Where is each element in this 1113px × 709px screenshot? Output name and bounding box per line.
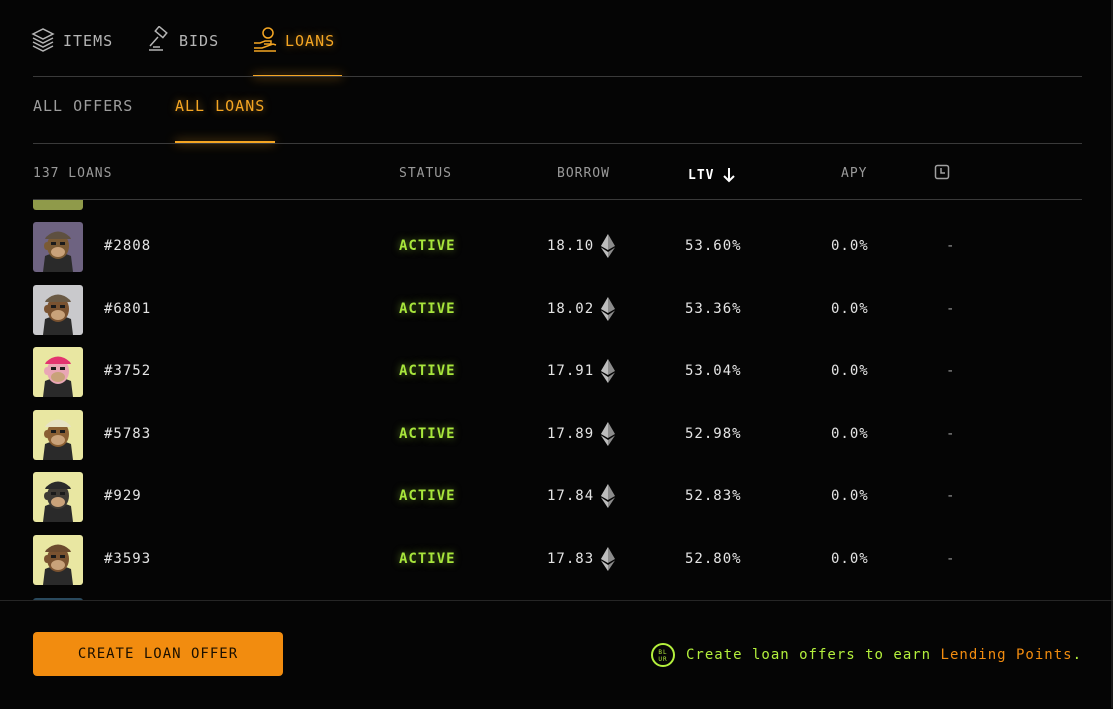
promo-suffix: . <box>1072 647 1082 663</box>
apy-value: 0.0% <box>831 425 869 442</box>
ethereum-icon <box>601 234 615 258</box>
token-id: #929 <box>104 488 142 505</box>
time-remaining: - <box>946 425 956 442</box>
token-id: #3593 <box>104 551 152 567</box>
blur-points-icon: BL UR <box>650 643 675 667</box>
ltv-value: 52.80% <box>685 551 742 567</box>
status-badge: ACTIVE <box>399 551 456 567</box>
borrow-amount: 17.84 <box>547 488 595 505</box>
header-borrow[interactable]: BORROW <box>557 166 610 181</box>
tab-loans-label: LOANS <box>285 32 336 50</box>
top-tab-bar: ITEMS BIDS LOANS <box>0 0 1113 77</box>
svg-text:BL: BL <box>658 649 667 656</box>
ltv-value: 53.36% <box>685 300 742 317</box>
subtab-all-loans-label: ALL LOANS <box>175 97 266 115</box>
tab-items[interactable]: ITEMS <box>31 26 113 76</box>
lending-points-promo: BL UR Create loan offers to earn Lending… <box>650 642 1082 668</box>
loans-count: 137 LOANS <box>33 166 113 181</box>
ethereum-icon <box>601 547 615 571</box>
subtab-divider <box>33 143 1082 144</box>
ethereum-icon <box>601 421 615 446</box>
apy-value: 0.0% <box>831 551 869 567</box>
token-id: #3752 <box>104 363 152 380</box>
avatar <box>33 200 83 210</box>
table-row[interactable]: #2808 ACTIVE 18.10 53.60% 0.0% - <box>0 222 1113 284</box>
status-badge: ACTIVE <box>399 238 456 254</box>
status-badge: ACTIVE <box>399 488 456 505</box>
clock-icon[interactable] <box>934 164 950 180</box>
ltv-value: 52.83% <box>685 488 742 505</box>
time-remaining: - <box>946 363 956 380</box>
avatar <box>33 409 83 460</box>
apy-value: 0.0% <box>831 238 869 254</box>
apy-value: 0.0% <box>831 363 869 380</box>
ltv-value: 53.04% <box>685 363 742 380</box>
status-badge: ACTIVE <box>399 425 456 442</box>
borrow-amount: 17.83 <box>547 551 595 567</box>
avatar <box>33 222 83 272</box>
subtab-all-offers-label: ALL OFFERS <box>33 97 134 115</box>
token-id: #2808 <box>104 238 152 254</box>
loans-table-body: #2808 ACTIVE 18.10 53.60% 0.0% - #6801 ACTIVE 18… <box>0 200 1113 600</box>
create-loan-offer-button[interactable]: CREATE LOAN OFFER <box>33 632 283 676</box>
tab-bids-label: BIDS <box>179 32 220 50</box>
time-remaining: - <box>946 551 956 567</box>
subtab-all-loans[interactable]: ALL LOANS <box>175 97 275 143</box>
apy-value: 0.0% <box>831 300 869 317</box>
time-remaining: - <box>946 238 956 254</box>
ltv-value: 53.60% <box>685 238 742 254</box>
header-ltv-label: LTV <box>688 167 715 183</box>
ethereum-icon <box>601 484 615 509</box>
hand-coin-icon <box>254 27 277 52</box>
time-remaining: - <box>946 300 956 317</box>
tab-loans[interactable]: LOANS <box>253 26 342 77</box>
top-tab-divider <box>33 76 1082 77</box>
gavel-icon <box>149 26 168 51</box>
time-remaining: - <box>946 488 956 505</box>
borrow-amount: 17.91 <box>547 363 595 380</box>
borrow-amount: 18.02 <box>547 300 595 317</box>
borrow-amount: 18.10 <box>547 238 595 254</box>
svg-text:UR: UR <box>658 656 667 663</box>
layers-icon <box>31 28 55 52</box>
status-badge: ACTIVE <box>399 300 456 317</box>
table-row[interactable]: #3752 ACTIVE 17.91 53.04% 0.0% - <box>0 347 1113 409</box>
lending-points-link[interactable]: Lending Points <box>941 647 1073 663</box>
promo-text: Create loan offers to earn <box>685 647 941 663</box>
avatar <box>33 284 83 335</box>
avatar <box>33 535 83 585</box>
ethereum-icon <box>601 359 615 384</box>
footer-bar: CREATE LOAN OFFER BL UR Create loan offe… <box>0 600 1113 709</box>
apy-value: 0.0% <box>831 488 869 505</box>
table-row[interactable]: #5783 ACTIVE 17.89 52.98% 0.0% - <box>0 409 1113 472</box>
avatar <box>33 347 83 398</box>
table-row[interactable]: #3593 ACTIVE 17.83 52.80% 0.0% - <box>0 535 1113 597</box>
table-row[interactable]: #929 ACTIVE 17.84 52.83% 0.0% - <box>0 472 1113 534</box>
ltv-value: 52.98% <box>685 425 742 442</box>
avatar <box>33 472 83 523</box>
borrow-amount: 17.89 <box>547 425 595 442</box>
ethereum-icon <box>601 296 615 321</box>
token-id: #6801 <box>104 300 152 317</box>
tab-items-label: ITEMS <box>63 32 114 50</box>
subtab-all-offers[interactable]: ALL OFFERS <box>33 97 133 143</box>
header-apy[interactable]: APY <box>841 166 867 181</box>
table-row[interactable]: #6801 ACTIVE 18.02 53.36% 0.0% - <box>0 284 1113 347</box>
arrow-down-icon <box>723 168 736 183</box>
tab-bids[interactable]: BIDS <box>147 26 219 76</box>
status-badge: ACTIVE <box>399 363 456 380</box>
header-ltv[interactable]: LTV <box>688 166 736 184</box>
token-id: #5783 <box>104 425 152 442</box>
header-status[interactable]: STATUS <box>399 166 452 181</box>
